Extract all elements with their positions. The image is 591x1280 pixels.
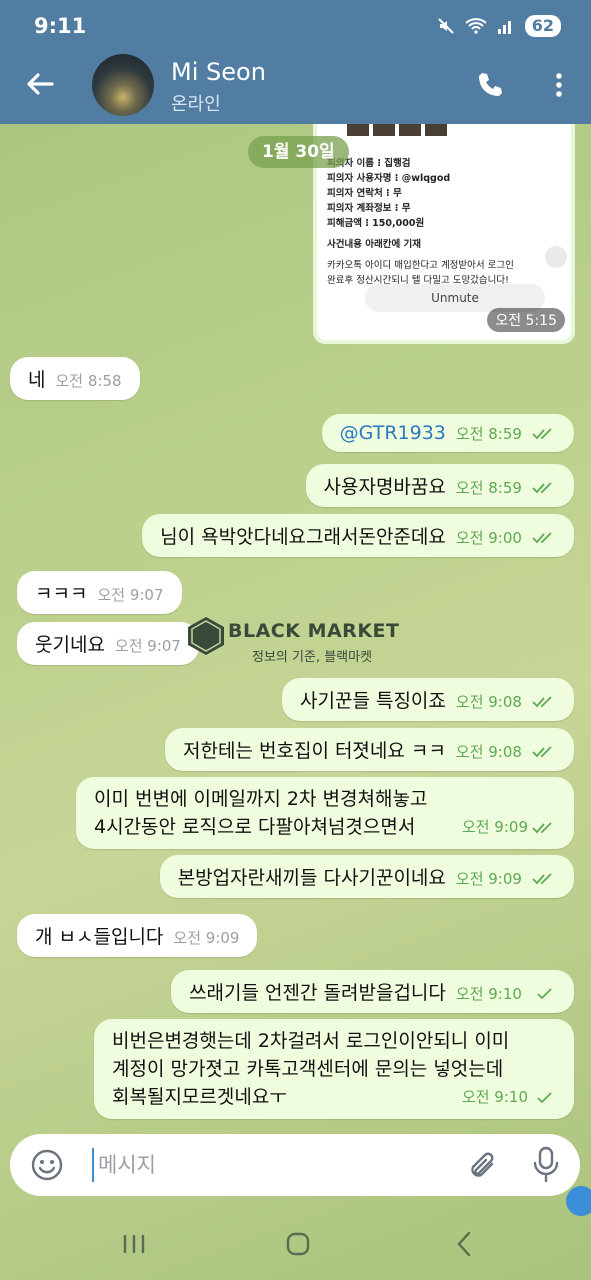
system-navbar: [0, 1205, 591, 1280]
back-nav-icon[interactable]: [456, 1231, 472, 1257]
message-time: 오전 9:09: [173, 929, 240, 947]
message-text: 저한테는 번호집이 터졋네요 ㅋㅋ: [183, 740, 446, 762]
message-bubble-incoming[interactable]: 네 오전 8:58: [10, 357, 140, 400]
media-line: 사건내용 아래칸에 기재: [327, 239, 422, 250]
message-text: 이미 번변에 이메일까지 2차 변경쳐해놓고 4시간동안 로직으로 다팔아쳐넘겻…: [94, 788, 428, 838]
read-check-icon: [532, 872, 552, 884]
mute-icon: [438, 18, 454, 34]
message-text: 사기꾼들 특징이죠: [300, 690, 446, 712]
media-line: 피의자 연락처 ⁝ 무: [327, 188, 402, 199]
message-bubble-outgoing[interactable]: 비번은변경햇는데 2차걸려서 로그인이안되니 이미 계정이 망가졋고 카톡고객센…: [94, 1019, 574, 1119]
message-text: ㅋㅋㅋ: [35, 583, 88, 605]
status-time: 9:11: [34, 14, 87, 38]
read-check-icon: [532, 427, 552, 439]
more-vert-icon[interactable]: [549, 70, 569, 100]
message-bubble-incoming[interactable]: 웃기네요 오전 9:07: [17, 622, 199, 665]
message-time: 오전 8:58: [55, 372, 122, 390]
avatar[interactable]: [92, 54, 154, 116]
message-bubble-incoming[interactable]: 개 ㅂㅅ들입니다 오전 9:09: [17, 914, 258, 957]
message-time: 오전 9:00: [455, 529, 522, 547]
message-bubble-outgoing[interactable]: 사용자명바꿈요 오전 8:59: [305, 464, 574, 507]
sent-check-icon: [537, 1091, 552, 1103]
message-text: 네: [28, 369, 46, 391]
home-icon[interactable]: [286, 1232, 310, 1256]
message-text: 개 ㅂㅅ들입니다: [35, 926, 164, 948]
message-time: 오전 9:09: [461, 818, 528, 836]
message-bubble-outgoing[interactable]: 쓰래기들 언젠간 돌려받을겁니다 오전 9:10: [171, 970, 574, 1013]
battery-badge: 62: [524, 15, 561, 37]
message-time: 오전 8:59: [455, 479, 522, 497]
watermark-logo: [188, 617, 224, 655]
sent-check-icon: [537, 987, 552, 999]
mention-link[interactable]: @GTR1933: [340, 422, 446, 444]
message-bubble-outgoing[interactable]: 저한테는 번호집이 터졋네요 ㅋㅋ 오전 9:08: [165, 728, 574, 771]
read-check-icon: [532, 745, 552, 757]
message-time: 오전 9:10: [455, 985, 522, 1003]
media-thumbnails: [347, 124, 447, 136]
read-check-icon: [532, 481, 552, 493]
media-line: 카카오톡 아이디 매입한다고 계정받아서 로그인: [327, 260, 514, 271]
message-text: 비번은변경햇는데 2차걸려서 로그인이안되니 이미 계정이 망가졋고 카톡고객센…: [112, 1030, 510, 1108]
microphone-icon[interactable]: [532, 1146, 560, 1184]
media-line: 피의자 사용자명 ⁝ @wlqgod: [327, 173, 451, 184]
media-text: 피의자 이름 ⁝ 집행검 피의자 사용자명 ⁝ @wlqgod 피의자 연락처 …: [327, 156, 514, 288]
chevron-down-icon[interactable]: [545, 246, 567, 268]
watermark: BLACK MARKET 정보의 기준, 블랙마켓: [186, 614, 416, 668]
message-time: 오전 8:59: [455, 425, 522, 443]
message-bubble-outgoing[interactable]: @GTR1933 오전 8:59: [321, 414, 574, 452]
message-text: 쓰래기들 언젠간 돌려받을겁니다: [189, 982, 446, 1004]
message-bubble-outgoing[interactable]: 님이 욕박앗다네요그래서돈안준데요 오전 9:00: [142, 514, 574, 557]
back-arrow-icon[interactable]: [22, 66, 58, 102]
message-text: 님이 욕박앗다네요그래서돈안준데요: [160, 526, 446, 548]
emoji-icon[interactable]: [30, 1148, 64, 1182]
message-time-group: 오전 9:09: [462, 813, 556, 841]
message-text: 사용자명바꿈요: [323, 476, 446, 498]
message-bubble-outgoing[interactable]: 이미 번변에 이메일까지 2차 변경쳐해놓고 4시간동안 로직으로 다팔아쳐넘겻…: [76, 777, 574, 849]
media-timestamp: 오전 5:15: [487, 308, 565, 332]
read-check-icon: [532, 821, 552, 833]
read-check-icon: [532, 531, 552, 543]
read-check-icon: [532, 695, 552, 707]
message-time: 오전 9:08: [455, 693, 522, 711]
contact-status: 온라인: [171, 94, 221, 115]
watermark-subtitle: 정보의 기준, 블랙마켓: [252, 650, 373, 665]
phone-icon[interactable]: [475, 70, 505, 100]
message-text: 본방업자란새끼들 다사기꾼이네요: [177, 867, 446, 889]
message-time: 오전 9:07: [97, 586, 164, 604]
message-bubble-outgoing[interactable]: 본방업자란새끼들 다사기꾼이네요 오전 9:09: [159, 855, 574, 898]
message-bubble-incoming[interactable]: ㅋㅋㅋ 오전 9:07: [17, 571, 182, 614]
message-time: 오전 9:09: [455, 870, 522, 888]
message-time: 오전 9:10: [461, 1088, 528, 1106]
media-line: 피의자 이름 ⁝ 집행검: [327, 158, 411, 169]
message-list[interactable]: 피의자 이름 ⁝ 집행검 피의자 사용자명 ⁝ @wlqgod 피의자 연락처 …: [0, 124, 591, 1132]
paperclip-icon[interactable]: [466, 1148, 500, 1182]
status-bar: 9:11 62: [0, 0, 591, 52]
recent-apps-icon[interactable]: [122, 1233, 146, 1255]
message-time: 오전 9:07: [114, 637, 181, 655]
message-bubble-outgoing[interactable]: 사기꾼들 특징이죠 오전 9:08: [282, 678, 574, 721]
message-composer: [10, 1134, 580, 1196]
message-time-group: 오전 9:10: [462, 1083, 556, 1111]
contact-name[interactable]: Mi Seon: [171, 58, 266, 86]
media-line: 피의자 계좌정보 ⁝ 무: [327, 203, 411, 214]
date-separator: 1월 30일: [248, 136, 349, 168]
message-text: 웃기네요: [35, 634, 105, 656]
message-time: 오전 9:08: [455, 743, 522, 761]
signal-icon: [497, 21, 511, 34]
media-line: 피해금액 ⁝ 150,000원: [327, 218, 425, 229]
status-icons: 62: [437, 15, 561, 37]
watermark-title: BLACK MARKET: [228, 620, 400, 642]
message-input[interactable]: [92, 1148, 452, 1182]
forwarded-media-message[interactable]: 피의자 이름 ⁝ 집행검 피의자 사용자명 ⁝ @wlqgod 피의자 연락처 …: [313, 124, 575, 344]
chat-header: Mi Seon 온라인: [0, 52, 591, 124]
wifi-icon: [465, 18, 487, 34]
